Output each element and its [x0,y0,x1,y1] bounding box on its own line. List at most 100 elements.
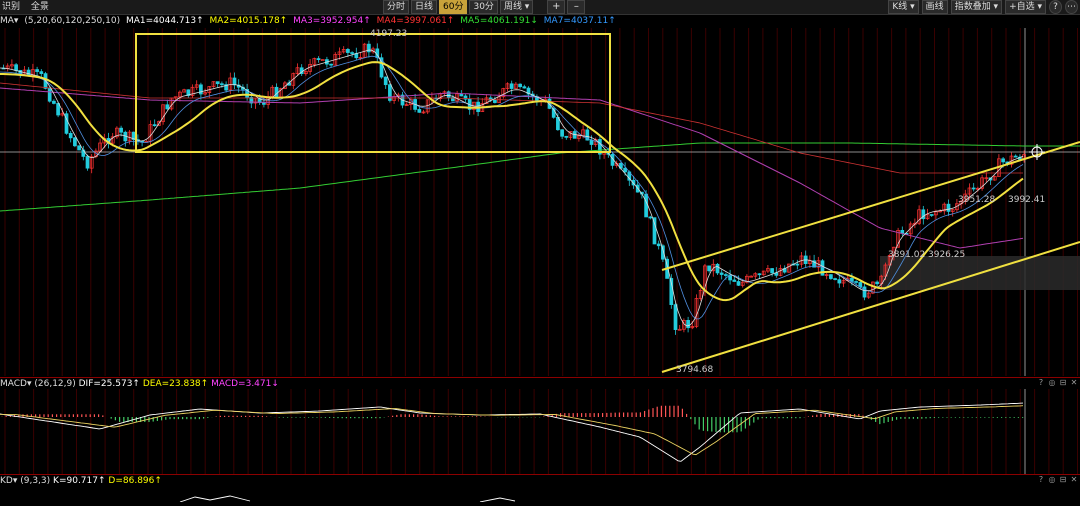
candle-body [854,281,858,283]
price-label-a: 3891.02 [888,250,925,260]
toolbar: 识别 全景 分时 日线 60分 30分 周线 ▾ + – K线 ▾ 画线 指数叠… [0,0,1080,15]
candle-body [833,278,837,280]
kline-type-dropdown[interactable]: K线 ▾ [888,0,919,14]
channel-upper-line[interactable] [661,141,1080,271]
macd-value: MACD=3.471↓ [211,379,279,389]
price-label-b: 3926.25 [928,250,965,260]
zoom-out-button[interactable]: – [567,0,586,14]
ma4-value: MA4=3997.061↑ [376,16,455,26]
candle-body [656,243,661,247]
macd-dea-line [0,405,1024,456]
candle-body [648,216,653,219]
channel-lower-line[interactable] [661,241,1080,373]
tab-weekly[interactable]: 周线 ▾ [499,0,534,14]
candle-body [220,83,224,86]
candle-body [971,187,976,190]
candle-body [829,274,833,279]
candle-body [350,52,354,54]
kd-d: D=86.896↑ [108,476,162,486]
ma1-value: MA1=4044.713↑ [125,16,204,26]
help-icon[interactable]: ? [1049,0,1062,14]
price-chart[interactable]: 4197.23 3794.68 3891.02 3926.25 3951.28 … [0,28,1080,376]
price-label-d: 3992.41 [1008,195,1045,205]
candle-body [509,83,514,89]
help-icon[interactable]: ? [1037,476,1045,484]
ma5-value: MA5=4061.191↓ [460,16,538,26]
more-icon[interactable]: ⋯ [1065,0,1078,14]
candle-body [677,328,682,331]
candle-body [673,304,678,330]
candle-body [715,263,720,274]
candle-body [929,214,934,216]
settings-icon[interactable]: ◎ [1048,379,1056,387]
candle-body [493,99,497,103]
macd-chart-canvas[interactable] [0,389,1080,474]
tab-daily[interactable]: 日线 [411,0,438,14]
help-icon[interactable]: ? [1037,379,1045,387]
macd-indicator-dropdown[interactable]: MACD▾ [0,379,32,389]
toolbar-right: K线 ▾ 画线 指数叠加 ▾ +自选 ▾ ? ⋯ [888,0,1078,14]
candle-body [417,109,422,113]
tab-30min[interactable]: 30分 [469,0,498,14]
candle-body [757,273,762,276]
close-icon[interactable]: ✕ [1070,476,1078,484]
macd-dif: DIF=25.573↑ [78,379,140,389]
candle-body [686,320,690,329]
candle-body [35,69,39,72]
tab-intraday[interactable]: 分时 [383,0,410,14]
candle-body [736,281,741,286]
candle-body [152,124,157,127]
candle-body [346,48,350,53]
candle-body [68,133,73,139]
close-icon[interactable]: ✕ [1070,379,1078,387]
ma7-value: MA7=4037.11↑ [543,16,616,26]
candle-body [560,129,564,137]
kd-indicator-dropdown[interactable]: KD▾ [0,476,17,486]
draw-line-button[interactable]: 画线 [921,0,948,14]
macd-params: (26,12,9) [34,379,76,389]
candle-body [73,137,77,147]
candle-body [623,167,627,173]
candle-body [119,127,123,133]
kd-chart[interactable] [0,487,1080,503]
candle-body [47,88,52,102]
candle-body [316,58,321,61]
kd-params: (9,3,3) [20,476,51,486]
kd-k-line [179,495,516,503]
ma3-value: MA3=3952.954↑ [293,16,371,26]
identify-button[interactable]: 识别 [2,2,20,12]
minimize-icon[interactable]: ⊟ [1059,476,1067,484]
tab-60min[interactable]: 60分 [439,0,468,14]
price-chart-canvas[interactable]: 4197.23 3794.68 3891.02 3926.25 3951.28 … [0,28,1080,376]
settings-icon[interactable]: ◎ [1048,476,1056,484]
candle-body [522,86,527,89]
minimize-icon[interactable]: ⊟ [1059,379,1067,387]
macd-dea: DEA=23.838↑ [142,379,209,389]
candle-body [329,63,333,66]
candle-body [564,135,569,138]
kd-header: KD▾ (9,3,3) K=90.717↑ D=86.896↑ ? ◎ ⊟ ✕ [0,474,1080,487]
add-watchlist-dropdown[interactable]: +自选 ▾ [1005,0,1046,14]
candle-body [1001,158,1005,163]
macd-chart[interactable] [0,389,1080,474]
candle-body [81,149,86,157]
candle-body [1013,155,1018,158]
candle-body [795,263,800,266]
zoom-in-button[interactable]: + [547,0,566,14]
kd-chart-canvas[interactable] [0,493,1080,503]
index-overlay-dropdown[interactable]: 指数叠加 ▾ [950,0,1003,14]
panorama-button[interactable]: 全景 [31,2,49,12]
ma-indicator-dropdown[interactable]: MA▾ [0,16,18,26]
candle-body [262,102,266,105]
candle-body [320,59,325,61]
period-tabs: 分时 日线 60分 30分 周线 ▾ + – [383,0,586,14]
ma-params: (5,20,60,120,250,10) [24,16,121,26]
candle-body [707,265,711,272]
candle-body [383,76,388,86]
ma2-value: MA2=4015.178↑ [209,16,288,26]
candle-body [837,279,842,284]
candle-body [232,77,237,86]
ma-line-purple [0,87,1024,249]
candle-body [77,145,81,151]
candle-body [875,281,879,285]
